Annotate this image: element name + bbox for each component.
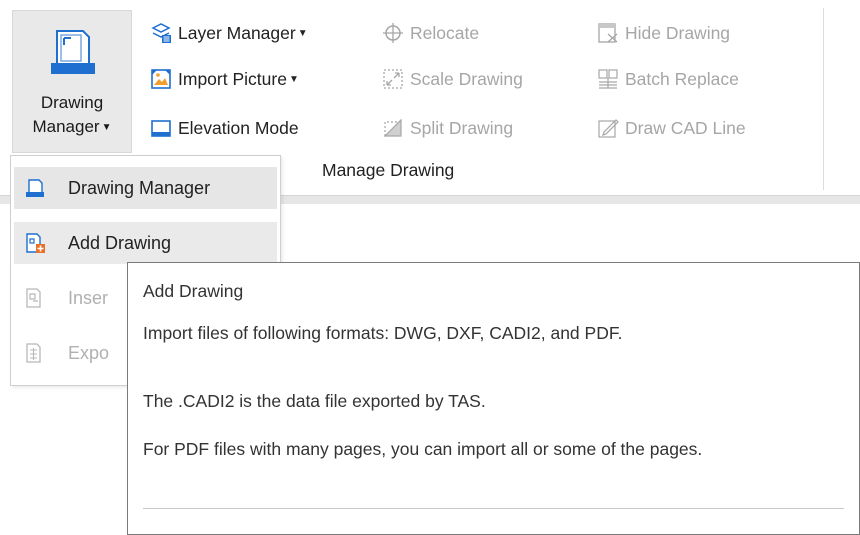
add-drawing-tooltip: Add Drawing Import files of following fo… [127,262,860,535]
add-drawing-icon [24,232,46,254]
scale-drawing-icon [382,68,404,90]
drawing-manager-label: Drawing Manager ▼ [32,93,112,136]
elevation-mode-button[interactable]: Elevation Mode [150,113,299,143]
tooltip-description-formats: Import files of following formats: DWG, … [143,323,623,343]
chevron-down-icon: ▼ [297,27,308,39]
import-picture-icon [150,68,172,90]
insert-drawing-icon [24,287,46,309]
chevron-down-icon: ▼ [288,73,299,85]
split-drawing-icon [382,117,404,139]
draw-cad-line-button[interactable]: Draw CAD Line [597,113,746,143]
hide-drawing-icon [597,22,619,44]
drawing-manager-button[interactable]: Drawing Manager ▼ [12,10,132,153]
relocate-button[interactable]: Relocate [382,18,479,48]
layer-manager-icon [150,22,172,44]
import-picture-button[interactable]: Import Picture ▼ [150,64,299,94]
tooltip-description-pdf: For PDF files with many pages, you can i… [143,439,703,459]
elevation-mode-icon [150,117,172,139]
chevron-down-icon: ▼ [101,122,112,133]
batch-replace-button[interactable]: Batch Replace [597,64,739,94]
export-drawing-icon [24,342,46,364]
tooltip-divider [143,508,844,509]
group-label-manage-drawing: Manage Drawing [322,160,455,180]
draw-cad-line-icon [597,117,619,139]
layer-manager-button[interactable]: Layer Manager ▼ [150,18,308,48]
split-drawing-button[interactable]: Split Drawing [382,113,513,143]
relocate-icon [382,22,404,44]
menu-item-drawing-manager[interactable]: Drawing Manager [14,167,277,209]
drawing-manager-icon [47,25,99,77]
hide-drawing-button[interactable]: Hide Drawing [597,18,730,48]
drawing-manager-icon [24,177,46,199]
batch-replace-icon [597,68,619,90]
group-separator [823,8,824,190]
scale-drawing-button[interactable]: Scale Drawing [382,64,523,94]
tooltip-description-cadi2: The .CADI2 is the data file exported by … [143,391,486,411]
menu-item-add-drawing[interactable]: Add Drawing [14,222,277,264]
tooltip-title: Add Drawing [143,281,244,301]
